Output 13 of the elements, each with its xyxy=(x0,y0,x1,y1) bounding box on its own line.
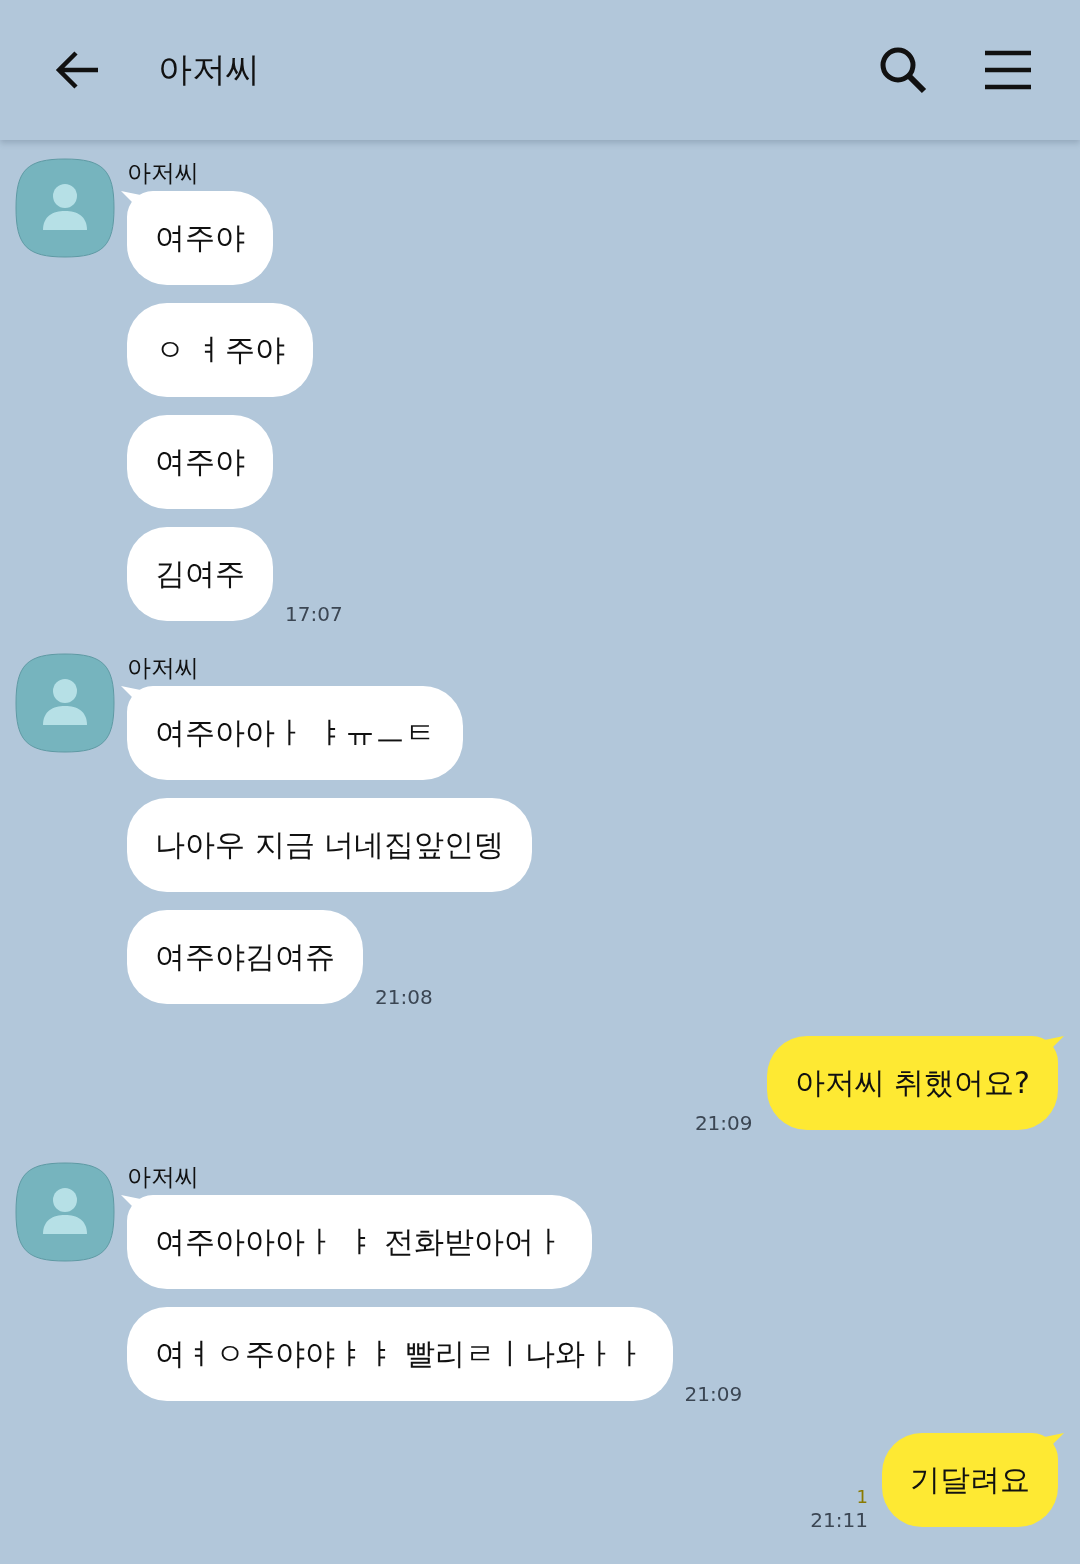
unread-count: 1 xyxy=(856,1487,868,1507)
sender-name: 아저씨 xyxy=(127,158,200,188)
message-time: 21:11 xyxy=(810,1507,868,1533)
message-time: 21:08 xyxy=(375,984,433,1010)
menu-icon[interactable] xyxy=(984,50,1032,90)
message-time: 21:09 xyxy=(694,1110,753,1136)
chat-title: 아저씨 xyxy=(158,48,260,91)
search-icon[interactable] xyxy=(878,45,928,95)
sender-name: 아저씨 xyxy=(127,1162,200,1192)
message-time: 17:07 xyxy=(285,601,343,627)
sender-name: 아저씨 xyxy=(127,653,200,683)
message-time: 21:09 xyxy=(684,1381,743,1407)
back-icon[interactable] xyxy=(54,50,100,90)
